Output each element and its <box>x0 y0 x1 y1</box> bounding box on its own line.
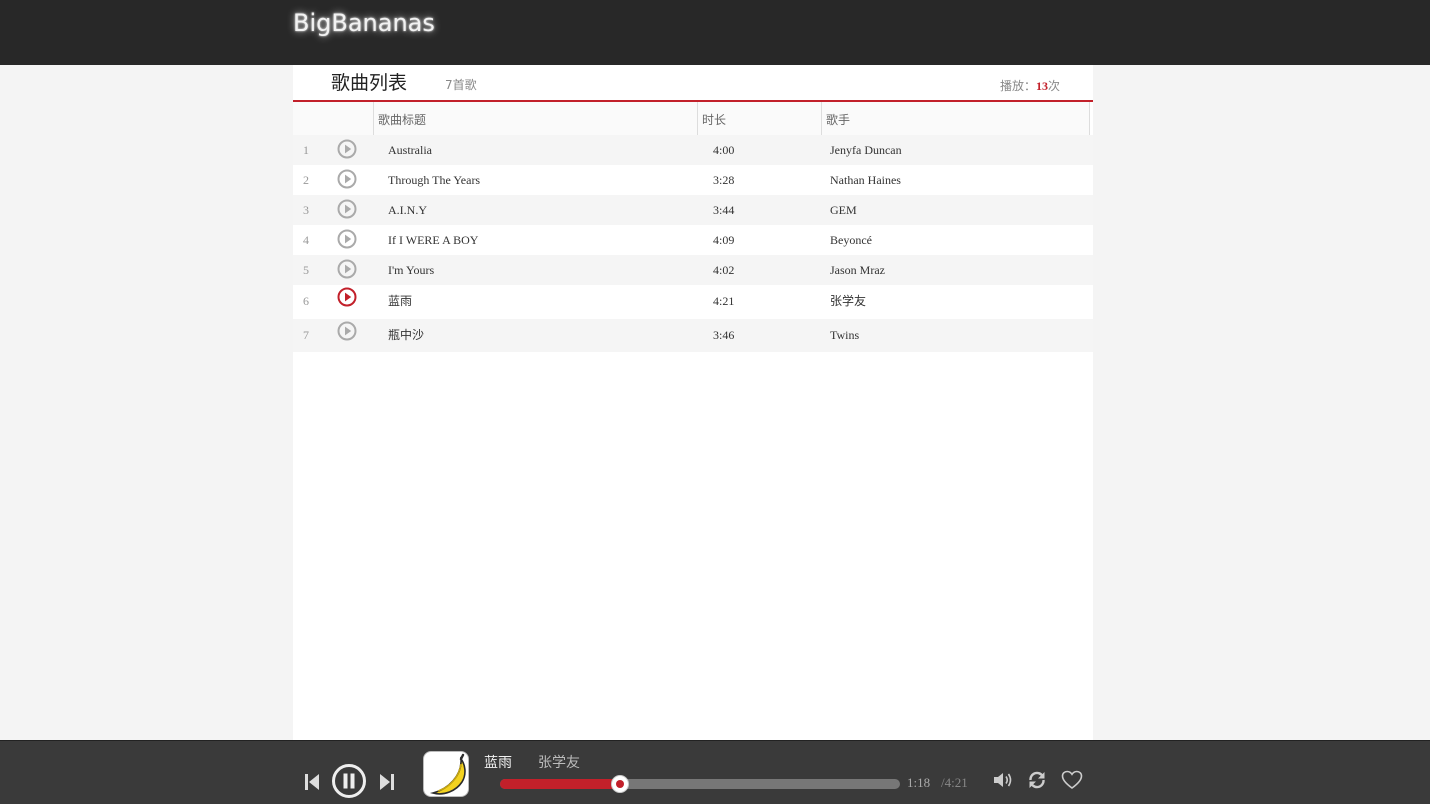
song-index: 6 <box>303 294 309 308</box>
heart-icon[interactable] <box>1061 769 1083 791</box>
playing-icon[interactable] <box>337 287 357 307</box>
repeat-icon[interactable] <box>1027 769 1047 791</box>
song-title: A.I.N.Y <box>388 203 427 217</box>
play-count-label: 播放： <box>999 79 1036 93</box>
song-title: I'm Yours <box>388 263 435 277</box>
song-artist: Beyoncé <box>830 233 872 247</box>
song-index: 1 <box>303 143 309 157</box>
progress-knob[interactable] <box>611 775 629 793</box>
banana-cover-art[interactable] <box>423 751 469 797</box>
song-artist: Jenyfa Duncan <box>830 143 902 157</box>
play-icon[interactable] <box>337 229 357 249</box>
progress-fill <box>500 779 620 789</box>
column-header-title[interactable]: 歌曲标题 <box>373 102 697 136</box>
now-playing-title: 蓝雨 <box>484 755 512 771</box>
current-time: 1:18 <box>907 775 931 790</box>
song-artist: Nathan Haines <box>830 173 901 187</box>
song-title: 瓶中沙 <box>388 328 425 342</box>
song-duration: 4:02 <box>713 263 735 277</box>
song-row[interactable]: 7 瓶中沙 3:46 Twins <box>293 319 1093 352</box>
play-icon[interactable] <box>337 199 357 219</box>
song-row[interactable]: 5 I'm Yours 4:02 Jason Mraz <box>293 255 1093 285</box>
play-icon[interactable] <box>337 259 357 279</box>
play-count-suffix: 次 <box>1047 79 1060 93</box>
song-index: 3 <box>303 203 309 217</box>
song-title: Through The Years <box>388 173 481 187</box>
song-count: 7首歌 <box>445 78 477 92</box>
song-index: 5 <box>303 263 309 277</box>
song-title: Australia <box>388 143 432 157</box>
playlist-header: 歌曲列表 7首歌 播放：13次 <box>293 65 1093 102</box>
song-duration: 3:28 <box>713 173 735 187</box>
player-bar: 蓝雨 张学友 1:18 /4:21 <box>0 740 1430 804</box>
song-row[interactable]: 2 Through The Years 3:28 Nathan Haines <box>293 165 1093 195</box>
top-bar: BigBananas <box>0 0 1430 65</box>
column-header-duration[interactable]: 时长 <box>697 102 821 136</box>
play-count-number: 13 <box>1035 79 1048 93</box>
song-duration: 3:44 <box>713 203 735 217</box>
song-row[interactable]: 1 Australia 4:00 Jenyfa Duncan <box>293 135 1093 165</box>
song-title: If I WERE A BOY <box>388 233 479 247</box>
playlist-panel: 歌曲列表 7首歌 播放：13次 歌曲标题 时长 歌手 1 Australia 4… <box>293 65 1093 740</box>
play-icon[interactable] <box>337 321 357 341</box>
skip-forward-icon[interactable] <box>378 771 396 793</box>
song-index: 7 <box>303 328 309 342</box>
skip-back-icon[interactable] <box>303 771 321 793</box>
song-row[interactable]: 3 A.I.N.Y 3:44 GEM <box>293 195 1093 225</box>
brand-logo[interactable]: BigBananas <box>293 9 435 37</box>
song-row-current[interactable]: 6 蓝雨 4:21 张学友 <box>293 285 1093 319</box>
play-icon[interactable] <box>337 139 357 159</box>
song-artist: 张学友 <box>830 294 867 308</box>
column-header-artist[interactable]: 歌手 <box>821 102 1090 136</box>
song-title: 蓝雨 <box>388 294 413 308</box>
table-header: 歌曲标题 时长 歌手 <box>293 102 1090 136</box>
song-index: 4 <box>303 233 309 247</box>
play-count: 播放：13次 <box>1000 77 1060 94</box>
song-index: 2 <box>303 173 309 187</box>
progress-bar[interactable] <box>500 775 900 793</box>
song-duration: 3:46 <box>713 328 735 342</box>
song-duration: 4:21 <box>713 294 735 308</box>
song-artist: Twins <box>830 328 860 342</box>
song-artist: GEM <box>830 203 857 217</box>
song-artist: Jason Mraz <box>830 263 885 277</box>
song-list: 1 Australia 4:00 Jenyfa Duncan 2 Through… <box>293 135 1093 352</box>
song-duration: 4:09 <box>713 233 735 247</box>
song-row[interactable]: 4 If I WERE A BOY 4:09 Beyoncé <box>293 225 1093 255</box>
playlist-title: 歌曲列表 <box>331 72 408 94</box>
song-duration: 4:00 <box>713 143 735 157</box>
now-playing-artist: 张学友 <box>538 755 580 771</box>
volume-icon[interactable] <box>992 770 1014 790</box>
play-icon[interactable] <box>337 169 357 189</box>
total-time: /4:21 <box>941 775 968 790</box>
pause-icon[interactable] <box>331 763 367 799</box>
